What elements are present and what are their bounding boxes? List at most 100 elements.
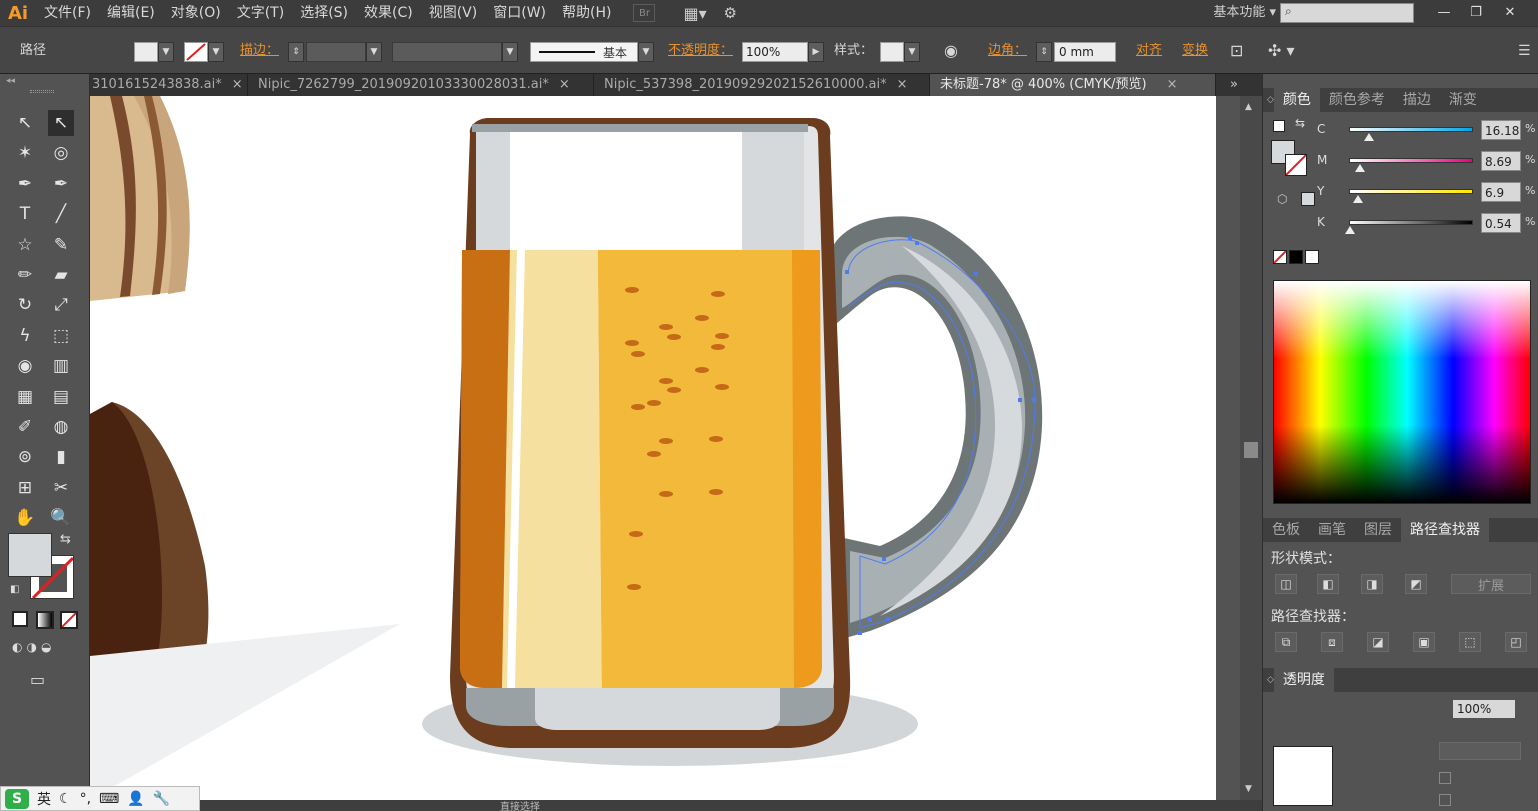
- channel-slider-thumb[interactable]: [1352, 195, 1363, 203]
- shape-builder-tool-icon[interactable]: ◉: [12, 353, 38, 379]
- menu-object[interactable]: 对象(O): [163, 0, 229, 26]
- gradient-tool-icon[interactable]: ▤: [48, 384, 74, 410]
- brush-definition[interactable]: 基本: [530, 42, 638, 62]
- minimize-button[interactable]: —: [1430, 2, 1458, 22]
- panel-collapse-icon[interactable]: ◇: [1263, 95, 1274, 105]
- channel-value-input[interactable]: 0.54: [1481, 213, 1521, 233]
- trim-button[interactable]: ⧈: [1321, 632, 1343, 652]
- unite-button[interactable]: ◫: [1275, 574, 1297, 594]
- channel-slider-thumb[interactable]: [1345, 226, 1356, 234]
- transparency-opacity-input[interactable]: 100%: [1453, 700, 1515, 718]
- tab-swatches[interactable]: 色板: [1263, 518, 1309, 542]
- panel-stroke-swatch[interactable]: [1285, 154, 1307, 176]
- opacity-link[interactable]: 不透明度：: [668, 43, 733, 58]
- eyedropper-tool-icon[interactable]: ✐: [12, 414, 38, 440]
- none-swatch[interactable]: [1273, 250, 1287, 264]
- line-tool-icon[interactable]: ╱: [48, 201, 74, 227]
- tab-document-3[interactable]: Nipic_537398_20190929202152610000.ai* ×: [594, 74, 930, 96]
- channel-value-input[interactable]: 16.18: [1481, 120, 1521, 140]
- toolbar-grip[interactable]: [30, 90, 54, 93]
- close-tab-icon[interactable]: ×: [897, 74, 908, 96]
- corner-link[interactable]: 边角：: [988, 43, 1027, 58]
- gpu-performance-icon[interactable]: ⚙: [723, 4, 745, 22]
- tab-color-guide[interactable]: 颜色参考: [1320, 88, 1394, 112]
- opacity-label[interactable]: 不透明度：: [668, 41, 733, 61]
- beer-mug-artwork[interactable]: [90, 96, 1216, 800]
- fill-swatch[interactable]: [134, 42, 158, 62]
- close-window-button[interactable]: ✕: [1496, 2, 1524, 22]
- mesh-tool-icon[interactable]: ▦: [12, 384, 38, 410]
- none-mode-icon[interactable]: [60, 611, 78, 629]
- variable-width-profile[interactable]: [392, 42, 502, 62]
- tab-stroke[interactable]: 描边: [1394, 88, 1440, 112]
- graph-tool-icon[interactable]: ▥: [48, 353, 74, 379]
- corner-label[interactable]: 边角：: [988, 41, 1027, 61]
- scroll-up-icon[interactable]: ▲: [1245, 102, 1252, 112]
- stroke-label[interactable]: 描边：: [240, 41, 279, 61]
- default-fill-stroke-icon[interactable]: [1273, 120, 1285, 132]
- tab-document-active[interactable]: 未标题-78* @ 400% (CMYK/预览) ×: [930, 74, 1216, 96]
- stroke-weight-stepper[interactable]: ⇕: [288, 42, 304, 62]
- close-tab-icon[interactable]: ×: [559, 74, 570, 96]
- control-panel-menu-icon[interactable]: ☰: [1518, 41, 1531, 61]
- zoom-tool-icon[interactable]: 🔍: [48, 505, 74, 531]
- divide-button[interactable]: ⧉: [1275, 632, 1297, 652]
- swap-colors-icon[interactable]: ⇆: [1295, 116, 1305, 130]
- invert-mask-checkbox[interactable]: [1439, 794, 1451, 806]
- curvature-tool-icon[interactable]: ✒: [48, 171, 74, 197]
- barrel-illustration[interactable]: [90, 96, 209, 690]
- align-link[interactable]: 对齐: [1136, 43, 1162, 58]
- moon-icon[interactable]: ☾: [59, 791, 72, 807]
- tab-color[interactable]: 颜色: [1273, 88, 1320, 112]
- exclude-button[interactable]: ◩: [1405, 574, 1427, 594]
- menu-window[interactable]: 窗口(W): [485, 0, 554, 26]
- tab-document-2[interactable]: Nipic_7262799_20190920103330028031.ai* ×: [248, 74, 594, 96]
- punctuation-icon[interactable]: °,: [80, 791, 91, 807]
- drawing-modes-icon[interactable]: ◐◑◒: [12, 640, 55, 654]
- restore-button[interactable]: ❐: [1462, 2, 1490, 22]
- tab-pathfinder[interactable]: 路径查找器: [1401, 518, 1489, 542]
- expand-button[interactable]: 扩展: [1451, 574, 1531, 594]
- menu-view[interactable]: 视图(V): [421, 0, 486, 26]
- input-method-bar[interactable]: S 英 ☾ °, ⌨ 👤 🔧: [0, 786, 200, 811]
- free-transform-tool-icon[interactable]: ⬚: [48, 323, 74, 349]
- vertical-scrollbar[interactable]: ▲ ▼: [1240, 96, 1262, 800]
- menu-effect[interactable]: 效果(C): [356, 0, 421, 26]
- channel-slider-track[interactable]: [1349, 158, 1473, 163]
- channel-value-input[interactable]: 6.9: [1481, 182, 1521, 202]
- tab-gradient[interactable]: 渐变: [1440, 88, 1486, 112]
- stroke-link[interactable]: 描边：: [240, 43, 279, 58]
- fill-dropdown[interactable]: ▼: [158, 42, 174, 62]
- lasso-tool-icon[interactable]: ◎: [48, 140, 74, 166]
- star-tool-icon[interactable]: ☆: [12, 232, 38, 258]
- arrange-documents-icon[interactable]: ▦▾: [683, 4, 706, 23]
- black-swatch[interactable]: [1289, 250, 1303, 264]
- keyboard-icon[interactable]: ⌨: [99, 791, 119, 807]
- tab-brushes[interactable]: 画笔: [1309, 518, 1355, 542]
- variable-width-dropdown[interactable]: ▼: [502, 42, 518, 62]
- more-tabs-icon[interactable]: »: [1230, 74, 1238, 96]
- screen-mode-icon[interactable]: ▭: [30, 670, 45, 689]
- brush-dropdown[interactable]: ▼: [638, 42, 654, 62]
- tab-layers[interactable]: 图层: [1355, 518, 1401, 542]
- column-graph-tool-icon[interactable]: ▮: [48, 444, 74, 470]
- channel-slider-track[interactable]: [1349, 127, 1473, 132]
- hand-tool-icon[interactable]: ✋: [12, 505, 38, 531]
- make-mask-button[interactable]: [1439, 742, 1521, 760]
- gamut-swatch[interactable]: [1301, 192, 1315, 206]
- white-swatch[interactable]: [1305, 250, 1319, 264]
- color-spectrum[interactable]: [1273, 280, 1531, 504]
- workspace-switcher[interactable]: 基本功能 ▾: [1213, 3, 1276, 23]
- color-mode-icon[interactable]: [12, 611, 28, 627]
- pencil-tool-icon[interactable]: ✏: [12, 262, 38, 288]
- channel-slider-track[interactable]: [1349, 189, 1473, 194]
- stroke-dropdown[interactable]: ▼: [208, 42, 224, 62]
- menu-type[interactable]: 文字(T): [229, 0, 292, 26]
- artboard-canvas[interactable]: [90, 96, 1216, 800]
- corner-stepper[interactable]: ⇕: [1036, 42, 1052, 62]
- type-tool-icon[interactable]: T: [12, 201, 38, 227]
- direct-selection-tool-icon[interactable]: ↖: [48, 110, 74, 136]
- scale-tool-icon[interactable]: ⤢: [48, 292, 74, 318]
- channel-slider-track[interactable]: [1349, 220, 1473, 225]
- scrollbar-thumb[interactable]: [1244, 442, 1258, 458]
